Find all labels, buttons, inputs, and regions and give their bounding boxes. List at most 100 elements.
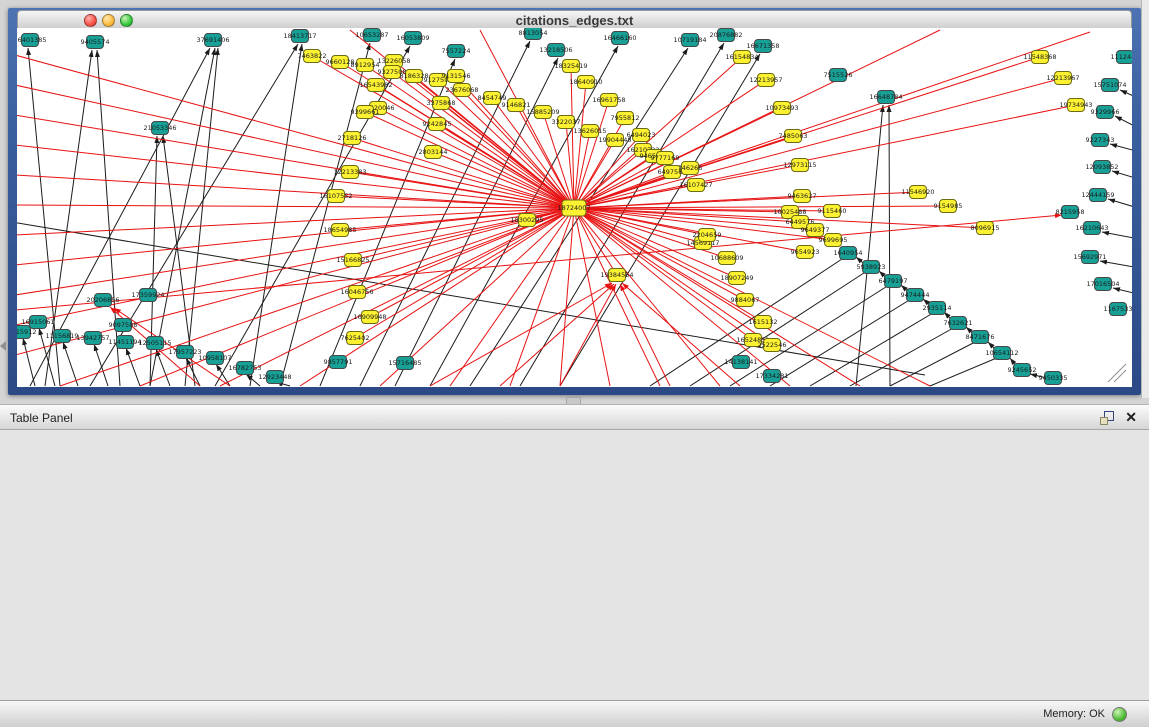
graph-node-label: 16782753 [228,364,261,372]
graph-node-label: 11546920 [901,188,934,196]
graph-node-label: 3915912 [17,328,36,336]
graph-edge [1113,288,1132,295]
graph-node-label: 15716485 [388,359,421,367]
graph-node-label: 9399661 [351,108,380,116]
graph-node-label: 15751074 [1093,81,1126,89]
graph-node-label: 9649377 [801,226,830,234]
graph-edge [215,46,410,386]
graph-node-label: 3322037 [552,118,581,126]
graph-node-label: 1112443 [1111,53,1132,61]
graph-node-label: 2204659 [693,231,722,239]
graph-node-label: 18640910 [569,78,602,86]
graph-edge [560,284,616,386]
graph-node-label: 1167533 [1104,305,1132,313]
graph-edge [890,341,977,386]
graph-edge [94,344,108,386]
graph-node-label: 10958107 [198,354,231,362]
close-panel-icon[interactable]: ✕ [1125,409,1137,425]
graph-node-label: 16648784 [869,93,902,101]
graph-node-label: 18724007 [557,204,590,212]
split-collapse-icon[interactable] [0,341,6,351]
table-panel-body: f(x) citations_edges.txt namein_degreeye… [0,430,1149,700]
graph-edge [365,112,574,208]
graph-edge [930,357,999,386]
graph-edge [574,32,1090,208]
graph-node-label: 9405574 [81,38,110,46]
graph-node-label: 14138141 [724,358,757,366]
table-panel-title: Table Panel [10,411,73,425]
graph-edge [622,283,740,386]
graph-node-label: 1615132 [749,318,778,326]
graph-node-label: 20876882 [709,31,742,39]
graph-edge [17,145,574,208]
graph-node-label: 16107427 [679,181,712,189]
graph-node-label: 17334281 [755,372,788,380]
graph-node-label: 5938923 [857,263,886,271]
graph-node-label: 7625402 [341,334,370,342]
graph-node-label: 9115460 [818,207,847,215]
network-graph[interactable]: 1640138594055743769140618413717106532871… [17,28,1132,387]
graph-node-label: 37691406 [196,36,229,44]
graph-edge [63,342,78,386]
network-canvas[interactable]: 1640138594055743769140618413717106532871… [17,28,1132,387]
table-panel-header: Table Panel ✕ [0,404,1149,430]
graph-node-label: 13942757 [76,334,109,342]
graph-node-label: 2718126 [338,134,367,142]
graph-node-label: 16909948 [353,313,386,321]
graph-node-label: 16915061 [21,318,54,326]
graph-node-label: 2522546 [758,341,787,349]
graph-node-label: 8912954 [351,61,380,69]
graph-node-label: 15166825 [336,256,369,264]
graph-node-label: 12213957 [749,76,782,84]
graph-node-label: 19384554 [600,271,633,279]
graph-edge [378,108,574,208]
graph-node-label: 9777169 [651,154,680,162]
graph-edge [17,175,574,208]
memory-status-label: Memory: OK [1043,708,1105,720]
graph-node-label: 10654112 [985,349,1018,357]
graph-node-label: 10719184 [673,36,706,44]
graph-edge [1110,144,1132,152]
float-panel-icon[interactable] [1099,410,1115,426]
graph-node-label: 16046756 [340,288,373,296]
graph-edge [17,205,574,208]
graph-node-label: 9329966 [1091,108,1120,116]
graph-node-label: 16053809 [396,34,429,42]
graph-node-label: 9245652 [1008,366,1037,374]
graph-node-label: 8096915 [971,224,1000,232]
graph-node-label: 9857791 [324,358,353,366]
graph-node-label: 6479197 [879,277,908,285]
graph-node-label: 1640954 [834,249,863,257]
graph-node-label: 9654923 [791,248,820,256]
graph-node-label: 16107552 [319,192,352,200]
graph-node-label: 10973493 [765,104,798,112]
graph-node-label: 9450335 [1039,374,1068,382]
graph-node-label: 8471676 [966,333,995,341]
window-title: citations_edges.txt [18,13,1131,28]
graph-node-label: 15885209 [526,108,559,116]
graph-edge [250,44,302,386]
graph-edge [437,124,574,208]
graph-node-label: 18413717 [283,32,316,40]
graph-node-label: 9227343 [1086,136,1115,144]
network-window-titlebar[interactable]: citations_edges.txt [17,10,1132,30]
graph-node-label: 9884067 [731,296,760,304]
graph-edge [1100,261,1132,268]
graph-node-label: 11451194 [108,338,141,346]
graph-edge [1114,370,1126,382]
graph-node-label: 16401385 [17,36,47,44]
graph-node-label: 16210643 [1075,224,1108,232]
graph-node-label: 2935114 [923,304,952,312]
graph-node-label: 9474444 [901,291,930,299]
window-edge-strip [1141,0,1149,398]
graph-node-label: 9699695 [819,236,848,244]
graph-node-label: 9154985 [934,202,963,210]
graph-node-label: 8813054 [519,29,548,37]
application-root: citations_edges.txt 16401385 9405574 37691… [0,0,1149,727]
graph-node-label: 15692971 [1073,253,1106,261]
graph-node-label: 18654985 [323,226,356,234]
graph-node-label: 9097588 [109,321,138,329]
graph-node-label: 12213383 [333,168,366,176]
graph-node-label: 7632621 [944,319,973,327]
graph-edge [126,348,140,386]
